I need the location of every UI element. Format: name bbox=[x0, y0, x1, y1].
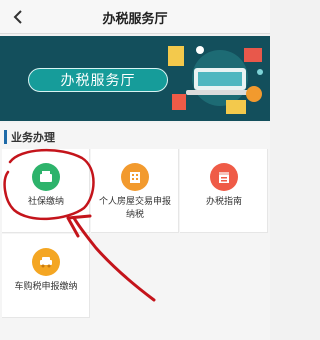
banner-title-pill: 办税服务厅 bbox=[28, 68, 168, 92]
business-section: 业务办理 社保缴纳 个人房屋交易申报纳税 办税指南 车购税申报缴纳 bbox=[0, 123, 270, 340]
service-label: 办税指南 bbox=[205, 197, 242, 207]
wallet-icon bbox=[32, 163, 60, 191]
top-bar: 办税服务厅 bbox=[0, 0, 270, 34]
service-social-insurance[interactable]: 社保缴纳 bbox=[2, 149, 90, 233]
car-icon bbox=[32, 248, 60, 276]
banner: 办税服务厅 bbox=[0, 36, 270, 121]
calendar-icon bbox=[210, 163, 238, 191]
service-house-tax[interactable]: 个人房屋交易申报纳税 bbox=[91, 149, 179, 233]
section-title: 业务办理 bbox=[11, 131, 55, 144]
banner-title: 办税服务厅 bbox=[60, 73, 136, 89]
service-grid: 社保缴纳 个人房屋交易申报纳税 办税指南 车购税申报缴纳 bbox=[2, 149, 268, 337]
service-vehicle-purchase-tax[interactable]: 车购税申报缴纳 bbox=[2, 234, 90, 318]
section-accent-bar bbox=[4, 130, 7, 144]
banner-illustration bbox=[168, 46, 263, 114]
building-icon bbox=[121, 163, 149, 191]
service-label: 个人房屋交易申报纳税 bbox=[98, 197, 171, 220]
page-title: 办税服务厅 bbox=[102, 12, 168, 27]
service-label: 车购税申报缴纳 bbox=[14, 282, 78, 292]
section-header: 业务办理 bbox=[0, 129, 270, 145]
service-tax-guide[interactable]: 办税指南 bbox=[180, 149, 268, 233]
service-label: 社保缴纳 bbox=[27, 197, 64, 207]
